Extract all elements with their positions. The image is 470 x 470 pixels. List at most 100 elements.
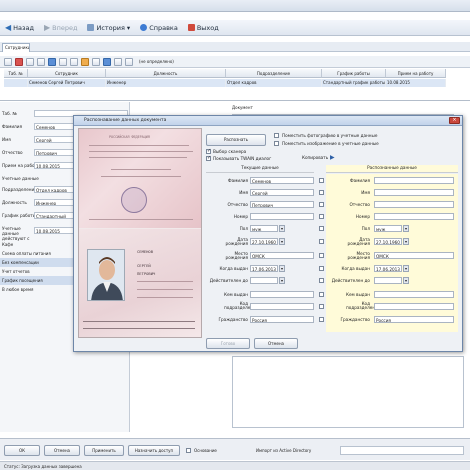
search-icon[interactable]: [81, 57, 89, 66]
grid-header[interactable]: Таб. №: [4, 69, 28, 78]
field-input[interactable]: 27.10.1960: [374, 238, 402, 245]
calendar-icon[interactable]: ▾: [403, 265, 409, 272]
refresh-icon[interactable]: [59, 57, 67, 66]
field-label: Гражданство: [218, 317, 248, 322]
copy-firstname-checkbox[interactable]: [319, 190, 324, 195]
copy-issuedate-checkbox[interactable]: [319, 266, 324, 271]
field-input[interactable]: [374, 201, 454, 208]
copy-deptcode-checkbox[interactable]: [319, 304, 324, 309]
scanner-checkbox[interactable]: [206, 148, 211, 154]
passport-surname: СЕМЕНОВ: [137, 249, 154, 254]
field-input[interactable]: 17.06.2013: [374, 265, 402, 272]
forward-menu-item[interactable]: ▶ Вперед: [39, 23, 82, 32]
field-input[interactable]: [250, 291, 314, 298]
recognized-row-deptcode: Код подразделения: [328, 300, 458, 314]
image-checkbox[interactable]: [274, 141, 279, 146]
back-menu-item[interactable]: ◀ Назад: [0, 23, 39, 32]
photo-checkbox[interactable]: [274, 133, 279, 138]
twain-checkbox[interactable]: [206, 155, 211, 161]
field-input[interactable]: Семенов: [250, 177, 314, 184]
field-input[interactable]: [250, 277, 278, 284]
dialog-cancel-button[interactable]: Отмена: [254, 338, 298, 349]
chevron-down-icon[interactable]: ▾: [403, 225, 409, 232]
copy-lastname-checkbox[interactable]: [319, 178, 324, 183]
column-icon[interactable]: [92, 57, 100, 66]
field-input[interactable]: [374, 213, 454, 220]
copy-sex-checkbox[interactable]: [319, 226, 324, 231]
field-input[interactable]: [374, 277, 402, 284]
copy-birthdate-checkbox[interactable]: [319, 239, 324, 244]
active-directory-field[interactable]: [340, 446, 464, 455]
field-input[interactable]: муж: [374, 225, 402, 232]
chevron-down-icon[interactable]: ▾: [279, 225, 285, 232]
field-label: Дата рождения: [225, 237, 248, 246]
filter-icon[interactable]: [70, 57, 78, 66]
ok-button[interactable]: ОК: [4, 445, 40, 456]
done-button[interactable]: Готово: [206, 338, 250, 349]
field-input[interactable]: 17.06.2013: [250, 265, 278, 272]
calendar-icon[interactable]: ▾: [279, 238, 285, 245]
field-input[interactable]: Сергей: [250, 189, 314, 196]
calendar-icon[interactable]: ▾: [403, 277, 409, 284]
settings-icon[interactable]: [125, 57, 133, 66]
calendar-icon[interactable]: ▾: [279, 277, 285, 284]
field-input[interactable]: Петрович: [250, 201, 314, 208]
delete-icon[interactable]: [15, 57, 23, 66]
recognize-button[interactable]: Распознать: [206, 134, 266, 146]
grid-header[interactable]: Должность: [106, 69, 226, 78]
new-icon[interactable]: [4, 57, 12, 66]
edit-icon[interactable]: [26, 57, 34, 66]
table-cell[interactable]: [4, 79, 28, 87]
field-input[interactable]: ОМСК: [250, 252, 314, 259]
tab-employees[interactable]: Сотрудники: [2, 43, 30, 52]
passport-line: [137, 289, 193, 290]
field-input[interactable]: [374, 177, 454, 184]
field-input[interactable]: Россия: [250, 316, 314, 323]
copy-patronymic-checkbox[interactable]: [319, 202, 324, 207]
grid-header[interactable]: Подразделение: [226, 69, 322, 78]
grid-header[interactable]: Прием на работу: [386, 69, 446, 78]
table-cell[interactable]: Стандартный график работы: [322, 79, 386, 87]
copy-number-checkbox[interactable]: [319, 214, 324, 219]
grid-header[interactable]: График работы: [322, 69, 386, 78]
employee-grid: Таб. № Сотрудник Должность Подразделение…: [0, 69, 470, 101]
import-icon[interactable]: [114, 57, 122, 66]
field-input[interactable]: [250, 213, 314, 220]
field-input[interactable]: [374, 303, 454, 310]
passport-name: СЕРГЕЙ: [137, 263, 151, 268]
recognized-row-citizenship: Гражданство Россия: [328, 315, 458, 325]
calendar-icon[interactable]: ▾: [403, 238, 409, 245]
history-menu-item[interactable]: История ▾: [82, 24, 135, 32]
field-input[interactable]: [374, 189, 454, 196]
table-cell[interactable]: Инженер: [106, 79, 226, 87]
twain-option-label: Показывать TWAIN диалог: [213, 156, 272, 161]
exit-menu-item[interactable]: Выход: [183, 24, 224, 32]
table-cell[interactable]: Семенов Сергей Петрович: [28, 79, 106, 87]
field-input[interactable]: Россия: [374, 316, 454, 323]
help-menu-item[interactable]: Справка: [135, 24, 183, 32]
copy-validuntil-checkbox[interactable]: [319, 278, 324, 283]
copy-arrow-icon[interactable]: ▶: [330, 154, 335, 161]
field-input[interactable]: [374, 291, 454, 298]
calendar-icon[interactable]: ▾: [279, 265, 285, 272]
field-input[interactable]: 27.10.1960: [250, 238, 278, 245]
field-input[interactable]: ОМСК: [374, 252, 454, 259]
print-icon[interactable]: [48, 57, 56, 66]
table-cell[interactable]: Отдел кадров: [226, 79, 322, 87]
grid-header[interactable]: Сотрудник: [28, 69, 106, 78]
table-cell[interactable]: 10.08.2015: [386, 79, 446, 87]
cancel-button[interactable]: Отмена: [44, 445, 80, 456]
document-area[interactable]: [232, 356, 464, 428]
close-icon[interactable]: ×: [449, 117, 460, 124]
export-icon[interactable]: [103, 57, 111, 66]
passport-line: [89, 219, 193, 220]
copy-icon[interactable]: [37, 57, 45, 66]
field-input[interactable]: [250, 303, 314, 310]
apply-button[interactable]: Применить: [84, 445, 124, 456]
copy-citizenship-checkbox[interactable]: [319, 317, 324, 322]
copy-birthplace-checkbox[interactable]: [319, 253, 324, 258]
assign-access-button[interactable]: Назначить доступ: [128, 445, 180, 456]
field-input[interactable]: муж: [250, 225, 278, 232]
copy-issuedby-checkbox[interactable]: [319, 292, 324, 297]
basis-checkbox[interactable]: [186, 448, 191, 453]
